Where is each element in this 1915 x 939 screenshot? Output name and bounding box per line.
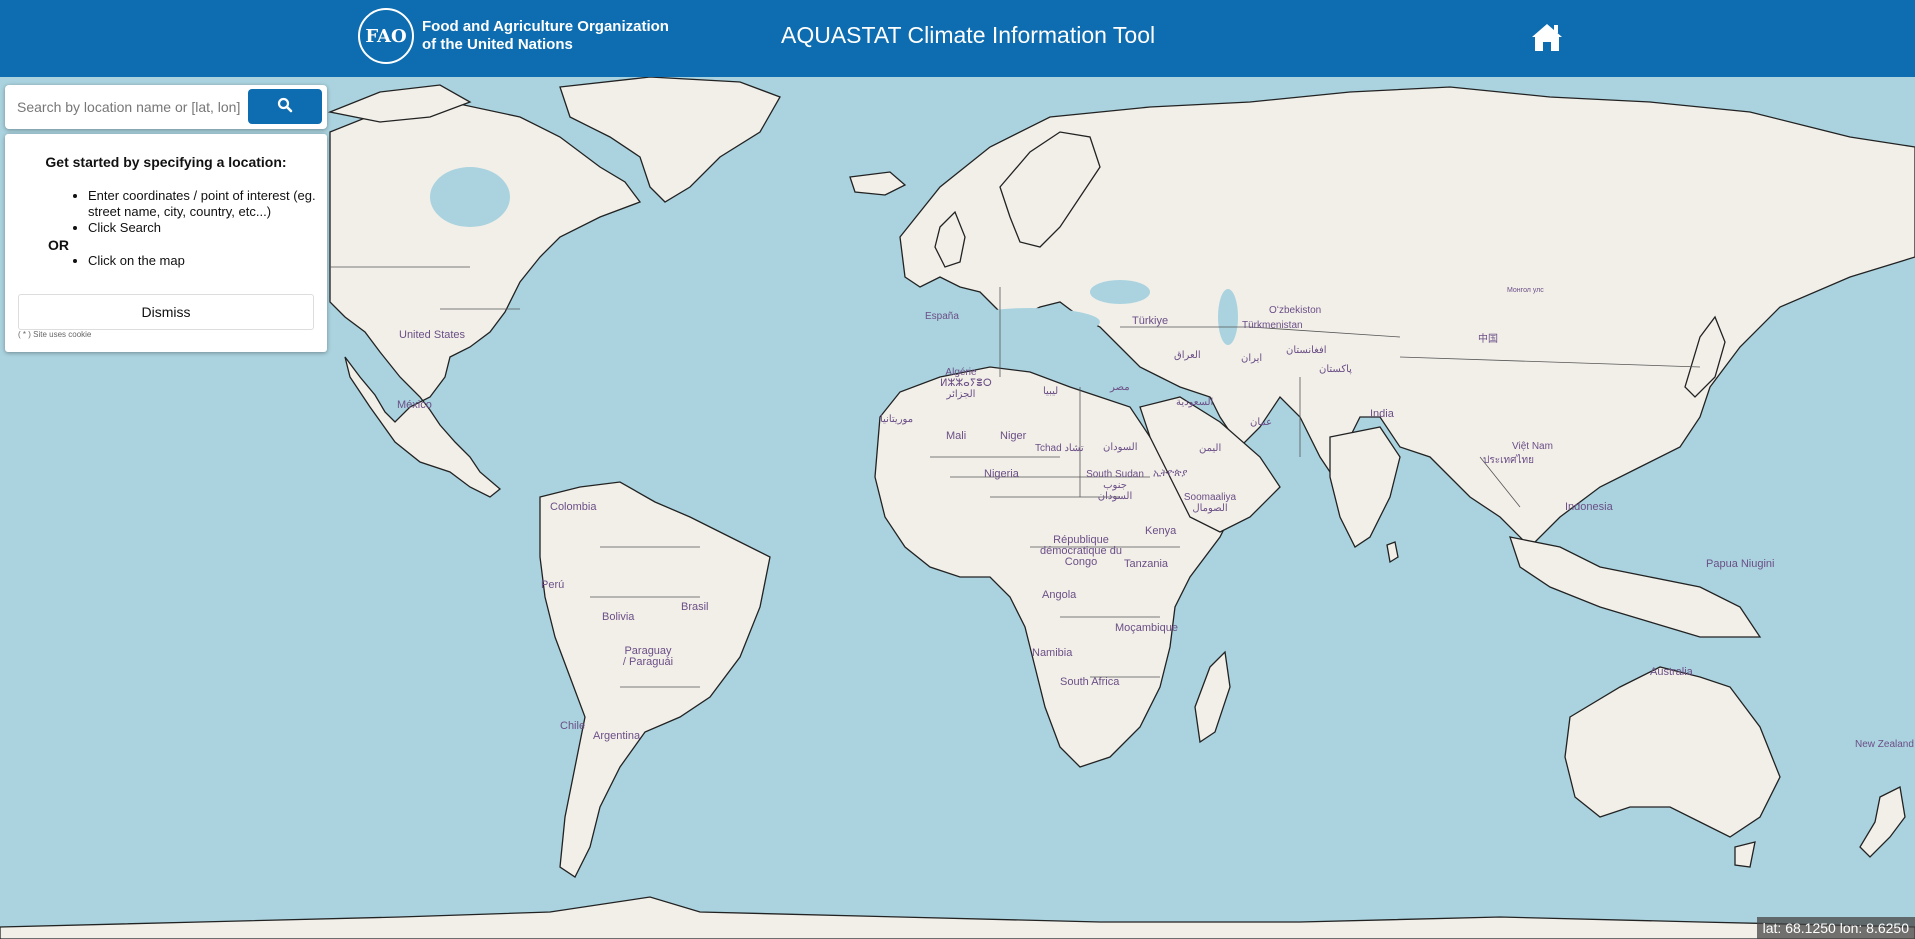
org-name-line1: Food and Agriculture Organization xyxy=(422,18,669,35)
label-sudan: السودان xyxy=(1103,442,1138,453)
australia xyxy=(1564,666,1781,838)
black-sea xyxy=(1090,280,1150,304)
home-icon xyxy=(1532,24,1562,51)
tasmania xyxy=(1734,841,1756,868)
mediterranean xyxy=(960,308,1100,336)
label-colombia: Colombia xyxy=(550,501,597,513)
label-yemen: اليمن xyxy=(1199,443,1222,454)
step-click-map: Click on the map xyxy=(88,253,338,269)
antarctica xyxy=(0,896,1915,939)
label-kenya: Kenya xyxy=(1145,525,1177,537)
north-america-landmass xyxy=(329,101,642,498)
getting-started-panel: Get started by specifying a location: En… xyxy=(5,134,327,352)
label-papua-niugini: Papua Niugini xyxy=(1706,558,1775,570)
label-angola: Angola xyxy=(1042,589,1077,601)
alt-step-list: Click on the map xyxy=(68,253,338,269)
panel-title: Get started by specifying a location: xyxy=(45,154,287,170)
label-peru: Perú xyxy=(541,579,565,591)
label-mocambique: Moçambique xyxy=(1115,622,1178,634)
search-button[interactable] xyxy=(248,89,322,124)
lat-label: lat: xyxy=(1762,920,1782,936)
cookie-note: ( * ) Site uses cookie xyxy=(18,330,92,339)
label-espana: España xyxy=(925,311,959,322)
label-ozbekiston: Oʻzbekiston xyxy=(1269,305,1322,316)
label-pakistan: پاکستان xyxy=(1319,364,1352,375)
label-mexico: México xyxy=(397,399,432,411)
org-name: Food and Agriculture Organization of the… xyxy=(422,18,669,54)
caspian-sea xyxy=(1218,289,1238,345)
label-australia: Australia xyxy=(1650,666,1693,678)
label-saudi: السعودية xyxy=(1176,397,1214,408)
label-libya: ليبيا xyxy=(1043,386,1059,397)
label-namibia: Namibia xyxy=(1032,647,1073,659)
label-ethiopia: ኢትዮጵያ xyxy=(1153,468,1188,479)
sri-lanka xyxy=(1386,541,1399,564)
label-tchad: Tchad تشاد xyxy=(1035,443,1084,454)
hudson-bay xyxy=(430,167,510,227)
app-title: AQUASTAT Climate Information Tool xyxy=(781,22,1156,48)
coordinate-readout: lat: 68.1250 lon: 8.6250 xyxy=(1756,917,1915,939)
label-bolivia: Bolivia xyxy=(602,611,635,623)
indian-peninsula xyxy=(1329,426,1401,548)
iceland xyxy=(849,171,907,196)
lat-value: 68.1250 xyxy=(1785,920,1836,936)
org-name-line2: of the United Nations xyxy=(422,36,573,53)
lon-label: lon: xyxy=(1839,920,1863,936)
label-turkiye: Türkiye xyxy=(1132,315,1169,327)
label-tanzania: Tanzania xyxy=(1124,558,1169,570)
step-click-search: Click Search xyxy=(88,220,338,236)
label-china: 中国 xyxy=(1478,334,1498,345)
label-nigeria: Nigeria xyxy=(984,468,1019,480)
step-list: Enter coordinates / point of interest (e… xyxy=(68,188,338,236)
label-brasil: Brasil xyxy=(681,601,709,613)
label-afghanistan: افغانستان xyxy=(1286,345,1327,356)
lon-value: 8.6250 xyxy=(1866,920,1909,936)
search-input[interactable] xyxy=(11,92,247,122)
southeast-asia-islands xyxy=(1509,536,1762,638)
label-mali: Mali xyxy=(946,430,967,442)
label-iran: ایران xyxy=(1241,353,1263,364)
label-new-zealand: New Zealand xyxy=(1855,739,1914,750)
fao-emblem-icon: FAO xyxy=(358,8,414,64)
label-iraq: العراق xyxy=(1174,350,1201,361)
label-mauritania: موريتانيا xyxy=(880,414,914,425)
search-icon xyxy=(277,97,293,113)
label-turkmenistan: Türkmenistan xyxy=(1242,320,1303,331)
label-india: India xyxy=(1370,408,1394,420)
app-header: FAO Food and Agriculture Organization of… xyxy=(0,0,1915,77)
label-rdc: République démocratique du Congo xyxy=(1040,534,1122,568)
dismiss-button[interactable]: Dismiss xyxy=(18,294,314,330)
label-south-sudan: South Sudan جنوب السودان xyxy=(1086,469,1144,502)
label-paraguay: Paraguay / Paraguái xyxy=(622,645,674,668)
label-oman: عمان xyxy=(1250,417,1273,428)
label-united-states: United States xyxy=(399,329,466,341)
label-niger: Niger xyxy=(1000,430,1027,442)
label-argentina: Argentina xyxy=(593,730,641,742)
or-label: OR xyxy=(48,237,69,253)
label-misr: مصر xyxy=(1110,382,1130,393)
label-thailand: ประเทศไทย xyxy=(1483,455,1534,466)
label-indonesia: Indonesia xyxy=(1565,501,1613,513)
search-bar xyxy=(5,85,327,129)
label-mongolia: Монгол улс xyxy=(1507,287,1544,294)
label-chile: Chile xyxy=(560,720,586,732)
fao-logo-letters: FAO xyxy=(365,25,407,47)
label-somalia: Soomaaliya الصومال xyxy=(1183,492,1237,514)
label-algerie: Algérie ⵍⵣⵣⴰⵢⴻⵔ الجزائر xyxy=(940,367,992,400)
label-vietnam: Việt Nam xyxy=(1512,441,1553,452)
fao-logo[interactable]: FAO Food and Agriculture Organization of… xyxy=(358,8,669,64)
south-america-landmass xyxy=(539,481,771,878)
step-enter-coordinates: Enter coordinates / point of interest (e… xyxy=(88,188,338,220)
label-south-africa: South Africa xyxy=(1060,676,1120,688)
home-button[interactable] xyxy=(1530,20,1564,54)
madagascar xyxy=(1194,650,1231,744)
new-zealand xyxy=(1859,786,1906,858)
